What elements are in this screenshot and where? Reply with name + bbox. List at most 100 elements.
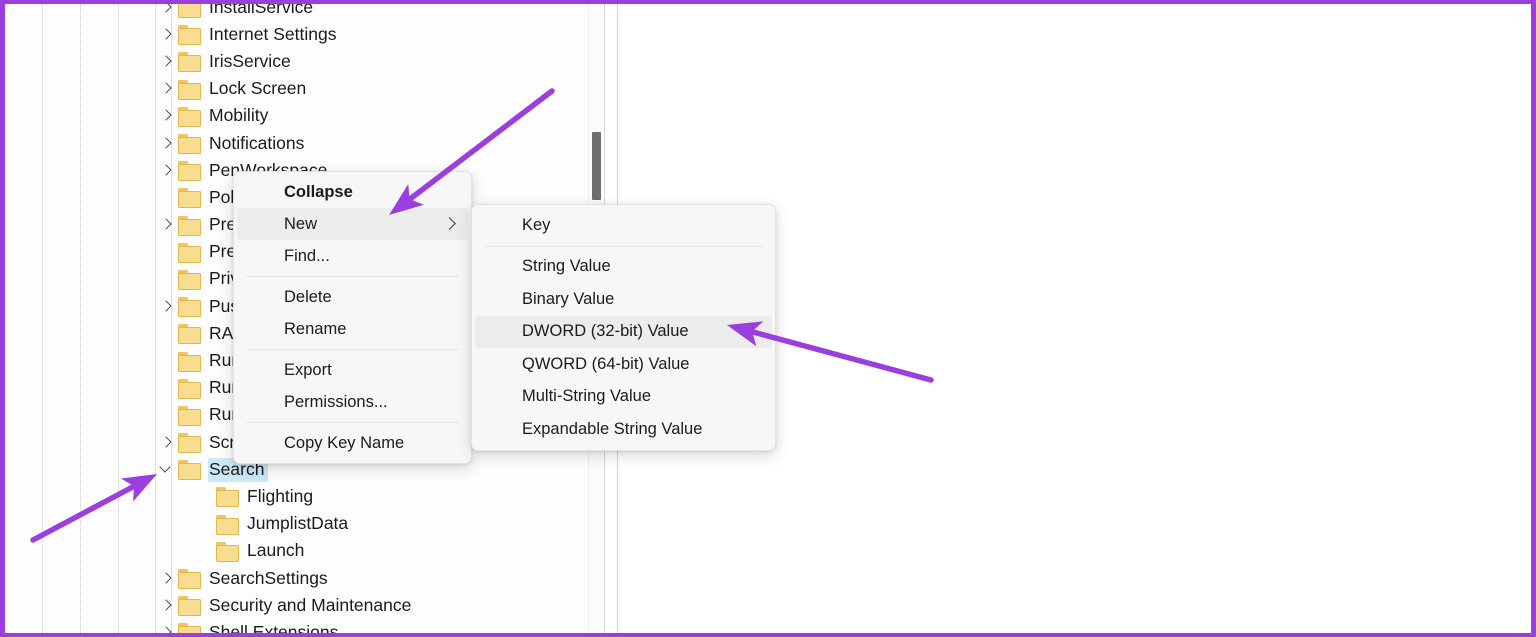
menu-item-label: Permissions... [284,392,388,411]
tree-item-label: SearchSettings [209,567,328,588]
registry-key-context-menu[interactable]: Collapse New Find... Delete Rename Export Perm… [233,171,472,464]
menu-item-label: QWORD (64-bit) Value [522,354,690,373]
folder-icon [215,541,239,562]
folder-icon [177,324,201,345]
tree-item-security-and-maintenance[interactable]: Security and Maintenance [5,592,603,619]
tree-item-label: Launch [247,540,305,561]
menu-item-dword-32-bit-value[interactable]: DWORD (32-bit) Value [475,315,772,348]
folder-icon [177,52,201,73]
menu-separator [246,276,459,277]
chevron-placeholder [195,487,215,507]
tree-item-searchsettings[interactable]: SearchSettings [5,565,603,592]
chevron-right-icon[interactable] [157,569,177,589]
chevron-right-icon[interactable] [157,596,177,616]
folder-icon [215,487,239,508]
new-item-submenu[interactable]: Key String Value Binary Value DWORD (32-bit… [471,204,776,451]
tree-item-mobility[interactable]: Mobility [5,103,603,130]
chevron-right-icon[interactable] [157,134,177,154]
menu-item-collapse[interactable]: Collapse [237,176,468,208]
menu-item-new[interactable]: New [237,208,468,240]
folder-icon [177,596,201,617]
tree-item-label: InstallService [209,4,314,17]
chevron-placeholder [157,405,177,425]
folder-icon [177,79,201,100]
folder-icon [177,161,201,182]
chevron-placeholder [157,188,177,208]
menu-item-binary-value[interactable]: Binary Value [475,283,772,316]
menu-item-rename[interactable]: Rename [237,313,468,345]
chevron-right-icon[interactable] [157,52,177,72]
menu-item-export[interactable]: Export [237,354,468,386]
folder-icon [177,351,201,372]
tree-item-label: Notifications [209,132,305,153]
menu-item-expandable-string-value[interactable]: Expandable String Value [475,413,772,446]
menu-item-label: Binary Value [522,289,615,308]
tree-item-launch[interactable]: Launch [5,538,603,565]
chevron-right-icon[interactable] [157,297,177,317]
tree-item-jumplistdata[interactable]: JumplistData [5,511,603,538]
folder-icon [177,569,201,590]
folder-icon [177,134,201,155]
folder-icon [177,106,201,127]
chevron-placeholder [157,324,177,344]
menu-separator [246,422,459,423]
folder-icon [215,514,239,535]
menu-item-key[interactable]: Key [475,209,772,242]
chevron-placeholder [157,269,177,289]
folder-icon [177,25,201,46]
chevron-right-icon[interactable] [157,433,177,453]
chevron-right-icon[interactable] [157,4,177,18]
menu-item-label: Expandable String Value [522,419,703,438]
chevron-placeholder [157,378,177,398]
tree-item-label: Lock Screen [209,78,307,99]
menu-item-copy-key-name[interactable]: Copy Key Name [237,427,468,459]
chevron-right-icon[interactable] [157,623,177,633]
menu-item-label: Export [284,360,332,379]
tree-item-installservice[interactable]: InstallService [5,4,603,21]
chevron-placeholder [195,514,215,534]
tree-item-label: Flighting [247,485,314,506]
chevron-right-icon[interactable] [157,215,177,235]
folder-icon [177,4,201,19]
folder-icon [177,188,201,209]
menu-item-label: Find... [284,246,330,265]
folder-icon [177,433,201,454]
tree-item-internet-settings[interactable]: Internet Settings [5,21,603,48]
tree-item-label: Security and Maintenance [209,594,412,615]
menu-item-label: String Value [522,257,611,276]
menu-item-qword-64-bit-value[interactable]: QWORD (64-bit) Value [475,348,772,381]
menu-item-label: Delete [284,287,332,306]
folder-icon [177,242,201,263]
menu-item-delete[interactable]: Delete [237,281,468,313]
menu-item-label: Rename [284,319,347,338]
menu-item-multi-string-value[interactable]: Multi-String Value [475,381,772,414]
folder-icon [177,297,201,318]
menu-item-label: DWORD (32-bit) Value [522,322,689,341]
chevron-right-icon [443,217,456,230]
chevron-right-icon[interactable] [157,161,177,181]
folder-icon [177,269,201,290]
folder-icon [177,215,201,236]
tree-item-shell-extensions[interactable]: Shell Extensions [5,619,603,637]
chevron-placeholder [157,351,177,371]
menu-item-label: Collapse [284,182,353,201]
chevron-right-icon[interactable] [157,79,177,99]
menu-item-find[interactable]: Find... [237,240,468,272]
chevron-placeholder [195,541,215,561]
chevron-right-icon[interactable] [157,106,177,126]
tree-item-flighting[interactable]: Flighting [5,483,603,510]
chevron-right-icon[interactable] [157,25,177,45]
tree-scrollbar-thumb[interactable] [592,132,601,200]
folder-icon [177,405,201,426]
menu-item-string-value[interactable]: String Value [475,251,772,284]
chevron-down-icon[interactable] [157,460,177,480]
tree-item-label: Internet Settings [209,23,337,44]
tree-item-label: JumplistData [247,513,349,534]
tree-item-label: Shell Extensions [209,621,339,637]
tree-item-notifications[interactable]: Notifications [5,130,603,157]
registry-editor-window: InstallService Internet Settings IrisServi… [0,0,1536,637]
tree-item-irisservice[interactable]: IrisService [5,48,603,75]
menu-item-permissions[interactable]: Permissions... [237,386,468,418]
tree-item-lock-screen[interactable]: Lock Screen [5,76,603,103]
folder-icon [177,378,201,399]
